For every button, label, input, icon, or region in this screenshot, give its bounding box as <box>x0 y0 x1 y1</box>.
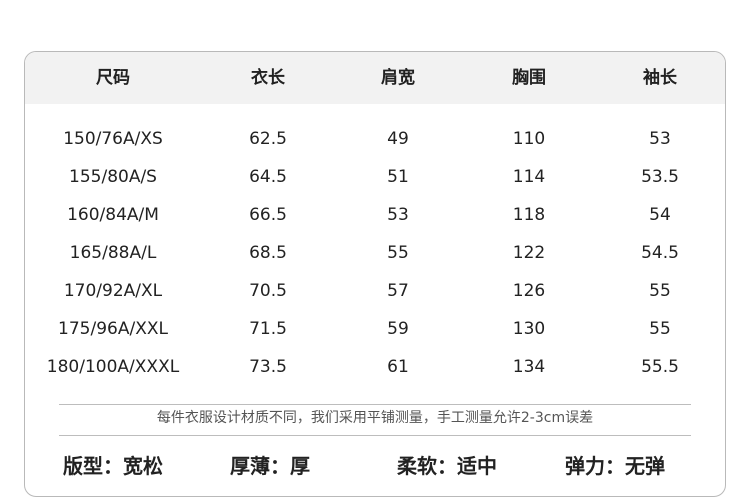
cell-sleeve: 55.5 <box>641 357 679 377</box>
header-chest: 胸围 <box>512 68 546 88</box>
cell-sleeve: 55 <box>649 281 671 301</box>
divider-top <box>59 404 691 405</box>
cell-size: 160/84A/M <box>67 205 159 225</box>
table-row: 165/88A/L 68.5 55 122 54.5 <box>25 234 725 272</box>
divider-bottom <box>59 435 691 436</box>
cell-size: 155/80A/S <box>69 167 157 187</box>
header-size: 尺码 <box>96 68 130 88</box>
attr-thickness: 厚薄：厚 <box>230 454 310 478</box>
table-row: 170/92A/XL 70.5 57 126 55 <box>25 272 725 310</box>
cell-sleeve: 53 <box>649 129 671 149</box>
header-length: 衣长 <box>251 68 285 88</box>
table-header: 尺码 衣长 肩宽 胸围 袖长 <box>25 52 725 104</box>
size-chart-card: 尺码 衣长 肩宽 胸围 袖长 150/76A/XS 62.5 49 110 53… <box>24 51 726 497</box>
table-row: 160/84A/M 66.5 53 118 54 <box>25 196 725 234</box>
cell-sleeve: 54 <box>649 205 671 225</box>
cell-size: 175/96A/XXL <box>58 319 168 339</box>
measurement-note: 每件衣服设计材质不同，我们采用平铺测量，手工测量允许2-3cm误差 <box>156 410 594 426</box>
header-shoulder: 肩宽 <box>381 68 415 88</box>
cell-size: 150/76A/XS <box>63 129 163 149</box>
table-row: 180/100A/XXXL 73.5 61 134 55.5 <box>25 348 725 386</box>
attr-fit: 版型：宽松 <box>63 454 163 478</box>
attr-elasticity: 弹力：无弹 <box>565 454 665 478</box>
cell-size: 180/100A/XXXL <box>46 357 180 377</box>
header-sleeve: 袖长 <box>643 68 677 88</box>
cell-sleeve: 54.5 <box>641 243 679 263</box>
table-row: 155/80A/S 64.5 51 114 53.5 <box>25 158 725 196</box>
attr-softness: 柔软：适中 <box>397 454 497 478</box>
table-row: 175/96A/XXL 71.5 59 130 55 <box>25 310 725 348</box>
cell-size: 165/88A/L <box>69 243 157 263</box>
cell-sleeve: 53.5 <box>641 167 679 187</box>
cell-sleeve: 55 <box>649 319 671 339</box>
table-row: 150/76A/XS 62.5 49 110 53 <box>25 120 725 158</box>
cell-size: 170/92A/XL <box>63 281 163 301</box>
